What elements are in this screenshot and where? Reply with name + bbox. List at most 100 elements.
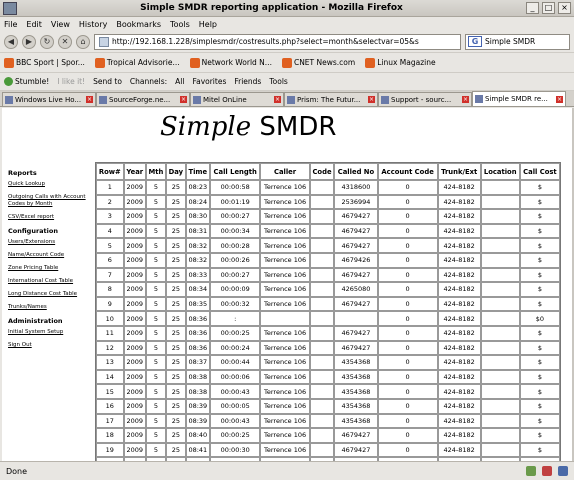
table-cell: 2009 [123,282,146,297]
table-cell: $ [519,413,560,429]
menu-history[interactable]: History [79,20,107,29]
table-cell: 2009 [123,296,146,312]
link-initial-setup[interactable]: Initial System Setup [8,329,90,336]
tools-button[interactable]: Tools [269,77,287,86]
table-cell: 00:00:58 [209,180,261,195]
bookmark-item[interactable]: BBC Sport | Spor... [4,57,85,68]
link-sign-out[interactable]: Sign Out [8,342,90,349]
link-trunks[interactable]: Trunks/Names [8,304,90,311]
table-cell: 424-8182 [437,369,481,385]
table-row: 6 2009 5 25 08:32 00:00:26 Terrence 106 4679426… [96,252,560,268]
menu-tools[interactable]: Tools [170,20,190,29]
menu-view[interactable]: View [51,20,70,29]
table-cell [480,238,520,253]
table-cell [309,442,335,458]
table-cell: 0 [377,296,438,312]
table-cell [480,267,520,283]
menu-bookmarks[interactable]: Bookmarks [116,20,161,29]
tab[interactable]: SourceForge.ne... × [96,92,190,106]
close-tab-icon[interactable]: × [86,96,93,103]
close-button[interactable]: × [558,2,571,14]
close-tab-icon[interactable]: × [368,96,375,103]
link-long-distance-cost[interactable]: Long Distance Cost Table [8,291,90,298]
link-outgoing-calls[interactable]: Outgoing Calls with Account Codes by Mon… [8,194,90,208]
back-icon[interactable]: ◀ [4,34,18,49]
friends-button[interactable]: Friends [234,77,261,86]
extension-icon[interactable] [558,466,568,476]
link-account-code[interactable]: Name/Account Code [8,252,90,259]
table-cell: 4679427 [334,340,378,356]
table-cell: 15 [96,384,124,399]
table-cell: 08:32 [185,238,210,253]
table-cell: 424-8182 [437,340,481,356]
table-cell: 2009 [123,238,146,253]
stop-icon[interactable]: ✕ [58,34,72,49]
logo-part2: SMDR [259,112,337,142]
link-zone-pricing[interactable]: Zone Pricing Table [8,265,90,272]
search-box[interactable]: G Simple SMDR [465,33,570,50]
home-icon[interactable]: ⌂ [76,34,90,49]
menu-edit[interactable]: Edit [26,20,42,29]
link-csv-report[interactable]: CSV/Excel report [8,214,90,221]
bookmark-item[interactable]: Network World N... [189,57,272,68]
table-cell: 424-8182 [437,223,481,239]
table-cell: 5 [145,428,166,443]
bookmark-item[interactable]: Tropical Advisorie... [94,57,180,68]
table-cell: 5 [145,282,166,297]
alert-icon[interactable] [542,466,552,476]
table-cell [309,194,335,210]
link-quick-lookup[interactable]: Quick Lookup [8,181,90,188]
bookmark-item[interactable]: Linux Magazine [365,57,436,68]
tab[interactable]: Support - sourc... × [378,92,472,106]
menu-help[interactable]: Help [199,20,217,29]
tab-favicon [99,95,107,104]
all-button[interactable]: All [175,77,184,86]
close-tab-icon[interactable]: × [180,96,187,103]
bookmark-item[interactable]: CNET News.com [281,57,355,68]
call-table-wrapper: Row# Year Mth Day Time Call Length Caller Code C… [95,162,561,461]
close-tab-icon[interactable]: × [462,96,469,103]
tab[interactable]: Mitel OnLine × [190,92,284,106]
tab[interactable]: Windows Live Ho... × [2,92,96,106]
table-cell: $ [519,282,560,297]
table-cell: 08:24 [185,194,210,210]
bookmarks-toolbar: BBC Sport | Spor... Tropical Advisorie..… [0,53,574,73]
table-cell: $ [519,267,560,283]
table-cell: $ [519,384,560,399]
close-tab-icon[interactable]: × [274,96,281,103]
table-cell: 08:23 [185,180,210,195]
table-cell: 424-8182 [437,252,481,268]
table-cell: Terrence 106 [260,194,310,210]
minimize-button[interactable]: _ [526,2,539,14]
forward-icon[interactable]: ▶ [22,34,36,49]
table-cell: 2009 [123,369,146,385]
table-cell: 08:32 [185,252,210,268]
like-button[interactable]: I like it! [57,77,85,86]
maximize-button[interactable]: □ [542,2,555,14]
table-cell: 4679426 [334,252,378,268]
table-cell: 4354368 [334,384,378,399]
table-row: 19 2009 5 25 08:41 00:00:30 Terrence 106 467942… [96,442,560,458]
sendto-button[interactable]: Send to [93,77,122,86]
table-cell: 4679427 [334,223,378,239]
tab[interactable]: Prism: The Futur... × [284,92,378,106]
url-bar[interactable]: http://192.168.1.228/simplesmdr/costresu… [94,33,461,50]
table-cell [334,311,378,326]
link-users[interactable]: Users/Extensions [8,239,90,246]
table-cell [309,325,335,341]
table-cell: 08:37 [185,355,210,370]
table-cell [309,311,335,326]
tab-favicon [193,95,201,104]
tab-favicon [287,95,295,104]
table-row: 7 2009 5 25 08:33 00:00:27 Terrence 106 4679427… [96,267,560,283]
addon-icon[interactable] [526,466,536,476]
close-tab-icon[interactable]: × [556,95,563,103]
tab-active[interactable]: Simple SMDR re... × [472,91,566,106]
stumble-button[interactable]: Stumble! [4,77,49,86]
table-cell [260,311,310,326]
favorites-button[interactable]: Favorites [192,77,226,86]
link-international-cost[interactable]: International Cost Table [8,278,90,285]
menu-file[interactable]: File [4,20,17,29]
table-cell: 08:36 [185,325,210,341]
reload-icon[interactable]: ↻ [40,34,54,49]
